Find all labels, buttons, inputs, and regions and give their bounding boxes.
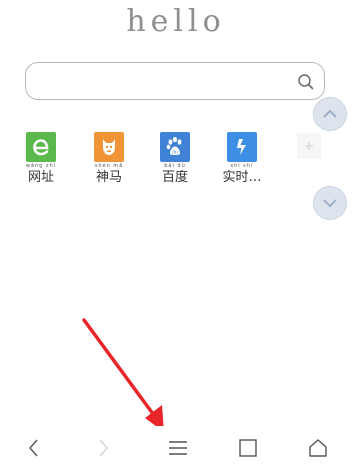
scroll-up-button[interactable] (313, 97, 347, 131)
svg-text:du: du (172, 150, 178, 156)
plus-icon (305, 142, 313, 150)
shortcut-wangzhi[interactable]: wǎng zhǐ 网址 (19, 132, 63, 186)
home-button[interactable] (297, 426, 337, 469)
browser-home-page: hello wǎng zhǐ 网址 shén mǎ 神马 du bǎi dù 百… (0, 0, 352, 469)
shortcut-pinyin: bǎi dù (164, 163, 186, 169)
shortcut-label: 百度 (161, 170, 188, 185)
paw-icon: du (160, 132, 190, 162)
home-icon (309, 439, 327, 457)
scroll-down-button[interactable] (313, 186, 347, 220)
forward-button[interactable] (83, 426, 123, 469)
back-icon (29, 439, 38, 457)
menu-button[interactable] (157, 426, 197, 469)
logo-text: hello (126, 4, 226, 39)
shortcut-pinyin: shén mǎ (94, 163, 124, 169)
forward-icon (99, 439, 108, 457)
tabs-button[interactable] (228, 426, 268, 469)
horse-head-icon (94, 132, 124, 162)
menu-icon (169, 441, 187, 455)
shortcut-pinyin: shí shí (230, 163, 254, 169)
shortcut-pinyin: wǎng zhǐ (25, 163, 57, 169)
lightning-icon (227, 132, 257, 162)
e-letter-icon (26, 132, 56, 162)
shortcut-label: 神马 (95, 170, 122, 185)
shortcut-shishi[interactable]: shí shí 实时… (220, 132, 264, 186)
shortcut-label: 网址 (27, 170, 54, 185)
chevron-down-icon (323, 199, 337, 208)
shortcut-baidu[interactable]: du bǎi dù 百度 (153, 132, 197, 186)
search-input[interactable] (38, 69, 292, 95)
search-box[interactable] (25, 62, 325, 100)
shortcut-shenma[interactable]: shén mǎ 神马 (87, 132, 131, 186)
back-button[interactable] (14, 426, 54, 469)
search-icon[interactable] (297, 73, 315, 91)
bottom-navigation-bar (0, 426, 352, 469)
shortcut-label: 实时… (222, 170, 262, 185)
chevron-up-icon (323, 109, 337, 118)
tabs-icon (239, 439, 257, 457)
add-shortcut-button[interactable] (297, 133, 321, 159)
